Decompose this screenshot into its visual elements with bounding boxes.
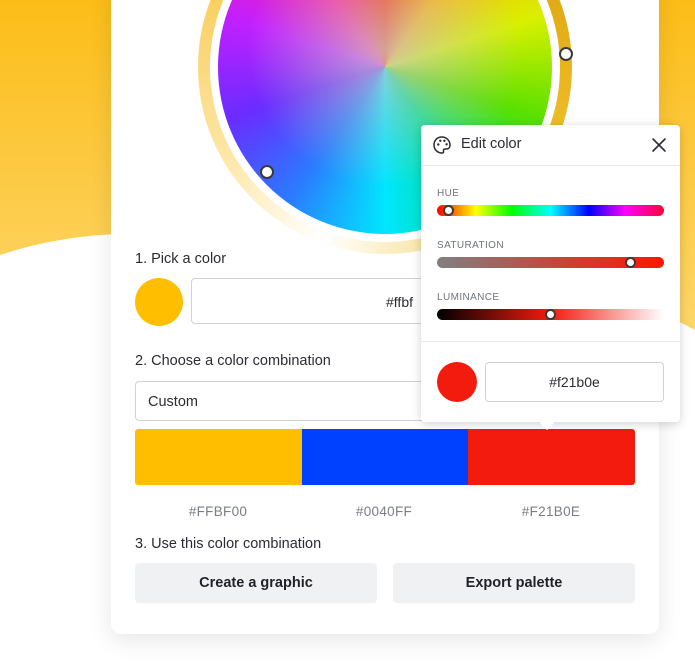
palette-strip bbox=[135, 429, 635, 485]
hue-slider-thumb[interactable] bbox=[443, 205, 455, 216]
palette-icon bbox=[433, 136, 451, 154]
luminance-slider-thumb[interactable] bbox=[545, 309, 556, 320]
popover-header: Edit color bbox=[421, 125, 680, 166]
close-icon[interactable] bbox=[650, 136, 668, 154]
hue-slider[interactable] bbox=[437, 205, 664, 216]
palette-swatch-1[interactable] bbox=[135, 429, 302, 485]
hue-label: HUE bbox=[437, 188, 460, 199]
palette-swatch-2[interactable] bbox=[301, 429, 469, 485]
edit-color-swatch bbox=[437, 362, 477, 402]
saturation-label: SATURATION bbox=[437, 240, 504, 251]
saturation-slider-thumb[interactable] bbox=[624, 257, 636, 268]
wheel-handle-inner[interactable] bbox=[260, 165, 274, 179]
luminance-label: LUMINANCE bbox=[437, 292, 500, 303]
export-palette-button[interactable]: Export palette bbox=[393, 563, 635, 603]
create-graphic-button[interactable]: Create a graphic bbox=[135, 563, 377, 603]
edit-hex-input[interactable]: #f21b0e bbox=[485, 362, 664, 402]
pick-color-label: 1. Pick a color bbox=[135, 251, 227, 267]
palette-hex-2: #0040FF bbox=[355, 504, 413, 519]
palette-hex-1: #FFBF00 bbox=[188, 504, 248, 519]
luminance-slider[interactable] bbox=[437, 309, 664, 320]
combo-label: 2. Choose a color combination bbox=[135, 353, 331, 369]
picked-color-swatch[interactable] bbox=[135, 278, 183, 326]
palette-swatch-3[interactable] bbox=[468, 429, 635, 485]
use-combo-label: 3. Use this color combination bbox=[135, 536, 322, 552]
picked-hex-value: #ffbf bbox=[386, 294, 413, 310]
edit-color-popover: Edit color HUE SATURATION LUMINANCE #f21… bbox=[421, 125, 680, 431]
saturation-slider[interactable] bbox=[437, 257, 664, 268]
wheel-handle-ring[interactable] bbox=[559, 47, 573, 61]
palette-hex-3: #F21B0E bbox=[521, 504, 581, 519]
popover-title: Edit color bbox=[461, 136, 522, 152]
